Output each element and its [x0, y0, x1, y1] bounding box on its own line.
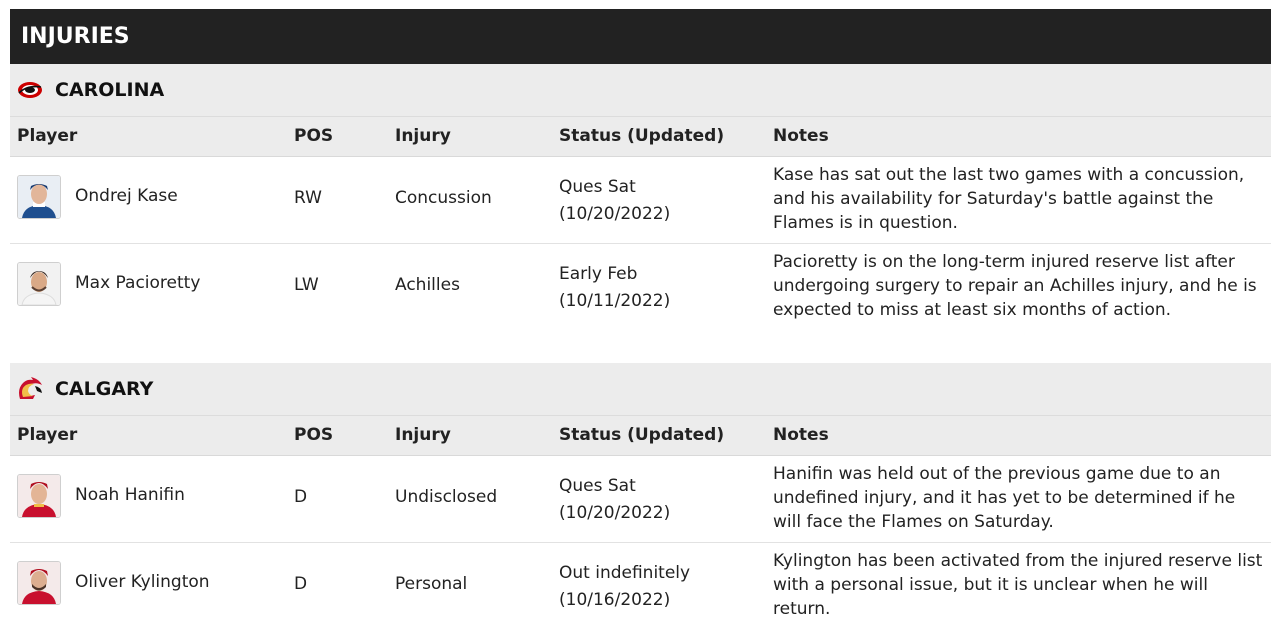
- avatar[interactable]: [17, 561, 61, 605]
- status-updated: (10/16/2022): [559, 590, 671, 610]
- team-section-calgary: CALGARY Player POS Injury Status (Update…: [10, 363, 1271, 629]
- col-status: Status (Updated): [559, 126, 725, 146]
- avatar[interactable]: [17, 262, 61, 306]
- player-notes: Kase has sat out the last two games with…: [773, 165, 1245, 233]
- status-updated: (10/20/2022): [559, 204, 671, 224]
- col-notes: Notes: [773, 126, 829, 146]
- column-headers: Player POS Injury Status (Updated) Notes: [10, 416, 1271, 456]
- player-injury: Personal: [395, 574, 468, 594]
- player-name[interactable]: Noah Hanifin: [75, 485, 185, 505]
- player-name[interactable]: Ondrej Kase: [75, 186, 178, 206]
- player-pos: D: [294, 574, 308, 594]
- table-row: Oliver Kylington D Personal Out indefini…: [10, 543, 1271, 629]
- player-status: Out indefinitely (10/16/2022): [559, 560, 690, 614]
- player-injury: Concussion: [395, 188, 492, 208]
- status-updated: (10/20/2022): [559, 503, 671, 523]
- status-updated: (10/11/2022): [559, 291, 671, 311]
- avatar[interactable]: [17, 474, 61, 518]
- player-pos: D: [294, 487, 308, 507]
- status-text: Ques Sat: [559, 177, 636, 197]
- col-player: Player: [17, 425, 78, 445]
- injuries-title: INJURIES: [21, 24, 130, 49]
- status-text: Ques Sat: [559, 476, 636, 496]
- injuries-panel: INJURIES CAROLINA Player POS Injury Stat…: [10, 9, 1271, 629]
- col-injury: Injury: [395, 126, 451, 146]
- player-status: Ques Sat (10/20/2022): [559, 473, 670, 527]
- flames-logo-icon: [17, 376, 43, 402]
- section-gap: [10, 330, 1271, 363]
- player-injury: Achilles: [395, 275, 460, 295]
- player-status: Ques Sat (10/20/2022): [559, 174, 670, 228]
- team-section-carolina: CAROLINA Player POS Injury Status (Updat…: [10, 64, 1271, 330]
- avatar[interactable]: [17, 175, 61, 219]
- player-notes: Hanifin was held out of the previous gam…: [773, 464, 1236, 532]
- injuries-header: INJURIES: [10, 9, 1271, 64]
- team-header: CALGARY: [10, 363, 1271, 416]
- col-status: Status (Updated): [559, 425, 725, 445]
- player-status: Early Feb (10/11/2022): [559, 261, 670, 315]
- table-row: Noah Hanifin D Undisclosed Ques Sat (10/…: [10, 456, 1271, 543]
- column-headers: Player POS Injury Status (Updated) Notes: [10, 117, 1271, 157]
- team-header: CAROLINA: [10, 64, 1271, 117]
- player-name[interactable]: Max Pacioretty: [75, 273, 200, 293]
- table-row: Ondrej Kase RW Concussion Ques Sat (10/2…: [10, 157, 1271, 244]
- col-pos: POS: [294, 126, 334, 146]
- col-player: Player: [17, 126, 78, 146]
- player-pos: RW: [294, 188, 322, 208]
- col-injury: Injury: [395, 425, 451, 445]
- player-notes: Kylington has been activated from the in…: [773, 551, 1263, 619]
- col-notes: Notes: [773, 425, 829, 445]
- hurricanes-logo-icon: [17, 77, 43, 103]
- table-row: Max Pacioretty LW Achilles Early Feb (10…: [10, 244, 1271, 330]
- player-notes: Pacioretty is on the long-term injured r…: [773, 252, 1257, 320]
- player-injury: Undisclosed: [395, 487, 498, 507]
- col-pos: POS: [294, 425, 334, 445]
- status-text: Out indefinitely: [559, 563, 691, 583]
- team-name: CALGARY: [55, 378, 154, 400]
- team-name: CAROLINA: [55, 79, 165, 101]
- status-text: Early Feb: [559, 264, 638, 284]
- player-name[interactable]: Oliver Kylington: [75, 572, 210, 592]
- player-pos: LW: [294, 275, 319, 295]
